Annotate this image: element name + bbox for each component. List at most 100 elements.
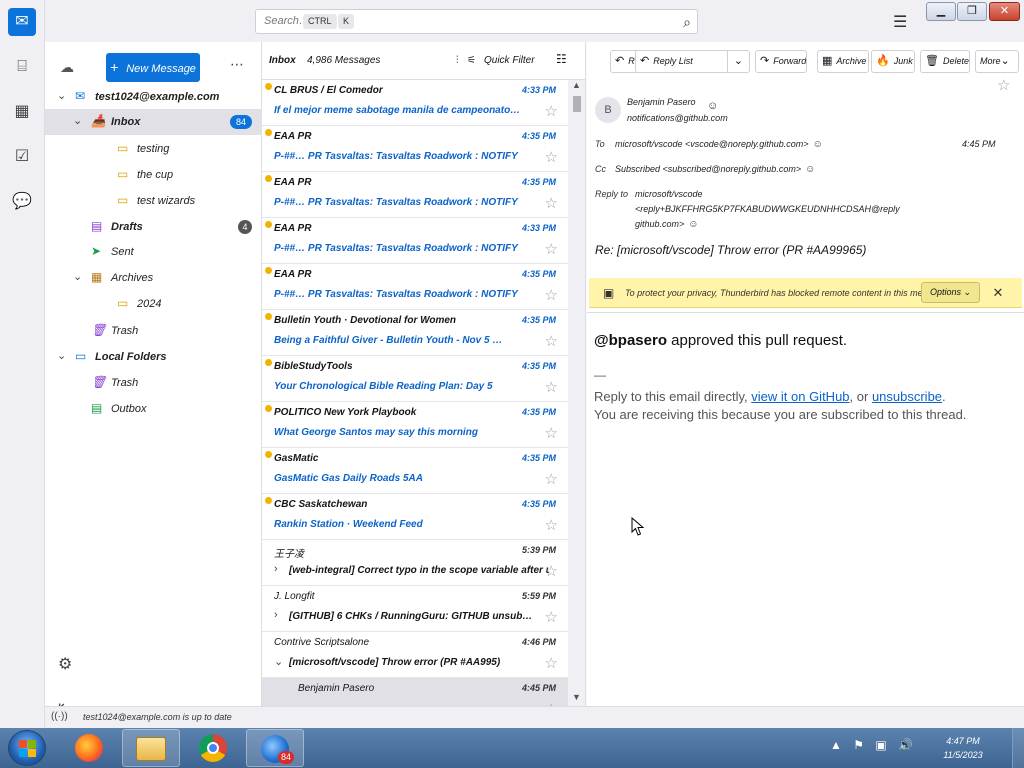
message-row[interactable]: EAA PR 4:35 PM P-##… PR Tasvaltas: Tasvalt… (262, 126, 568, 172)
file-explorer-taskbar-button[interactable] (122, 729, 180, 767)
message-row[interactable]: GasMatic 4:35 PM GasMatic Gas Daily Roads … (262, 448, 568, 494)
settings-gear-icon[interactable]: ⚙ (58, 654, 72, 674)
get-messages-icon[interactable]: ☁ (60, 59, 74, 76)
online-status-icon[interactable]: ((·)) (51, 711, 68, 722)
folder-item[interactable]: ▭ testing (45, 136, 262, 162)
filter-sliders-icon[interactable]: ⚟ (467, 55, 476, 66)
list-display-options-icon[interactable]: ☷ (556, 52, 567, 66)
unread-dot-icon[interactable] (265, 83, 272, 90)
contact-icon[interactable]: ☺ (707, 100, 718, 112)
delete-button[interactable]: 🗑 Delete (920, 50, 970, 73)
taskbar-clock[interactable]: 4:47 PM 11/5/2023 (928, 734, 998, 762)
message-row[interactable]: EAA PR 4:33 PM P-##… PR Tasvaltas: Tasvalt… (262, 218, 568, 264)
folder-item[interactable]: ⌄ ▦ Archives (45, 265, 262, 291)
folder-item[interactable]: ▭ the cup (45, 162, 262, 188)
message-row[interactable]: BibleStudyTools 4:35 PM Your Chronological… (262, 356, 568, 402)
folder-item[interactable]: 🗑 Trash (45, 370, 262, 396)
message-row[interactable]: Benjamin Pasero4:45 PM☆ (262, 678, 568, 706)
scroll-thumb[interactable] (573, 96, 581, 112)
expand-twisty-icon[interactable]: ⌄ (57, 89, 66, 102)
address-book-icon[interactable]: ⌸ (8, 53, 36, 81)
calendar-icon[interactable]: ▦ (8, 98, 36, 126)
star-icon[interactable]: ☆ (545, 470, 558, 488)
star-icon[interactable]: ☆ (545, 194, 558, 212)
unsubscribe-link[interactable]: unsubscribe (872, 389, 942, 404)
reply-to-line2[interactable]: <reply+BJKFFHRG5KP7FKABUDWWGKEUDNHHCDSAH… (635, 204, 1020, 214)
folder-item[interactable]: ⌄ ▭ Local Folders (45, 344, 262, 370)
unread-dot-icon[interactable] (265, 129, 272, 136)
scroll-down-icon[interactable]: ▼ (572, 692, 581, 702)
message-row[interactable]: CBC Saskatchewan 4:35 PM Rankin Station · … (262, 494, 568, 540)
folder-item[interactable]: ⌄ 📥 Inbox 84 (45, 109, 262, 135)
app-menu-icon[interactable]: ☰ (893, 12, 907, 32)
star-icon[interactable]: ☆ (545, 332, 558, 350)
start-button[interactable] (8, 730, 46, 766)
star-icon[interactable]: ☆ (545, 148, 558, 166)
message-row[interactable]: EAA PR 4:35 PM P-##… PR Tasvaltas: Tasvalt… (262, 172, 568, 218)
view-on-github-link[interactable]: view it on GitHub (751, 389, 849, 404)
unread-dot-icon[interactable] (265, 175, 272, 182)
thunderbird-taskbar-button[interactable]: 84 (246, 729, 304, 767)
from-email[interactable]: notifications@github.com (627, 113, 728, 123)
folder-item[interactable]: ▭ 2024 (45, 291, 262, 317)
folder-pane-more-icon[interactable]: ⋯ (230, 56, 244, 73)
star-icon[interactable]: ☆ (545, 240, 558, 258)
message-row[interactable]: CL BRUS / El Comedor 4:33 PM If el mejor m… (262, 80, 568, 126)
message-row[interactable]: 王子凌 5:39 PM › [web-integral] Correct typo i… (262, 540, 568, 586)
message-row[interactable]: Contrive Scriptsalone 4:46 PM ⌄ [microsoft/… (262, 632, 568, 678)
network-icon[interactable]: ▣ (875, 738, 886, 752)
folder-item[interactable]: 🗑 Trash (45, 318, 262, 344)
reply-list-button[interactable]: ↶ Reply List ⌄ (635, 50, 750, 73)
restore-button[interactable]: ❐ (957, 2, 987, 21)
star-icon[interactable]: ☆ (545, 654, 558, 672)
star-icon[interactable]: ☆ (545, 516, 558, 534)
expand-twisty-icon[interactable]: ⌄ (57, 349, 66, 362)
star-icon[interactable]: ☆ (545, 286, 558, 304)
unread-dot-icon[interactable] (265, 267, 272, 274)
folder-item[interactable]: ▤ Drafts 4 (45, 214, 262, 240)
thread-expand-icon[interactable]: › (274, 609, 278, 621)
reply-to-line3[interactable]: github.com> ☺ (635, 219, 699, 230)
close-notification-icon[interactable]: ✕ (987, 282, 1009, 303)
quick-filter-button[interactable]: Quick Filter (484, 55, 535, 66)
star-icon[interactable]: ☆ (545, 562, 558, 580)
search-icon[interactable]: ⌕ (683, 14, 691, 31)
reply-to-line1[interactable]: microsoft/vscode (635, 189, 703, 199)
star-icon[interactable]: ☆ (545, 378, 558, 396)
action-center-flag-icon[interactable]: ⚑ (853, 738, 864, 752)
chat-icon[interactable]: 💬 (8, 188, 36, 216)
more-button[interactable]: More⌄ (975, 50, 1019, 73)
message-list-scrollbar[interactable]: ▲ ▼ (568, 80, 585, 706)
folder-item[interactable]: ▤ Outbox (45, 396, 262, 422)
chrome-taskbar-button[interactable] (184, 729, 242, 767)
expand-twisty-icon[interactable]: ⌄ (73, 114, 82, 127)
unread-dot-icon[interactable] (265, 405, 272, 412)
search-input[interactable]: Search… CTRL K ⌕ (255, 9, 698, 34)
unread-dot-icon[interactable] (265, 359, 272, 366)
close-window-button[interactable]: ✕ (989, 2, 1020, 21)
folder-item[interactable]: ⌄ ✉ test1024@example.com (45, 84, 262, 110)
mail-space-icon[interactable]: ✉ (8, 8, 36, 36)
folder-item[interactable]: ▭ test wizards (45, 188, 262, 214)
junk-button[interactable]: 🔥 Junk (871, 50, 915, 73)
new-message-button[interactable]: + New Message (106, 53, 200, 82)
show-desktop-button[interactable] (1012, 728, 1024, 768)
thread-collapse-icon[interactable]: ⌄ (274, 655, 283, 668)
message-row[interactable]: J. Longfit 5:59 PM › [GITHUB] 6 CHKs / Runn… (262, 586, 568, 632)
minimize-button[interactable]: ▁ (926, 2, 956, 21)
archive-button[interactable]: ▦ Archive (817, 50, 869, 73)
volume-icon[interactable]: 🔊 (898, 738, 913, 752)
contact-icon[interactable]: ☺ (813, 139, 823, 150)
thread-expand-icon[interactable]: › (274, 563, 278, 575)
message-row[interactable]: POLITICO New York Playbook 4:35 PM What Ge… (262, 402, 568, 448)
from-name[interactable]: Benjamin Pasero (627, 97, 696, 107)
show-hidden-icons-icon[interactable]: ▲ (830, 738, 842, 752)
firefox-taskbar-button[interactable] (60, 729, 118, 767)
reply-dropdown-icon[interactable]: ⌄ (726, 51, 743, 72)
star-icon[interactable]: ☆ (545, 424, 558, 442)
unread-dot-icon[interactable] (265, 221, 272, 228)
contact-icon[interactable]: ☺ (805, 164, 815, 175)
scroll-up-icon[interactable]: ▲ (572, 80, 581, 90)
tasks-icon[interactable]: ☑ (8, 143, 36, 171)
message-row[interactable]: EAA PR 4:35 PM P-##… PR Tasvaltas: Tasvalt… (262, 264, 568, 310)
